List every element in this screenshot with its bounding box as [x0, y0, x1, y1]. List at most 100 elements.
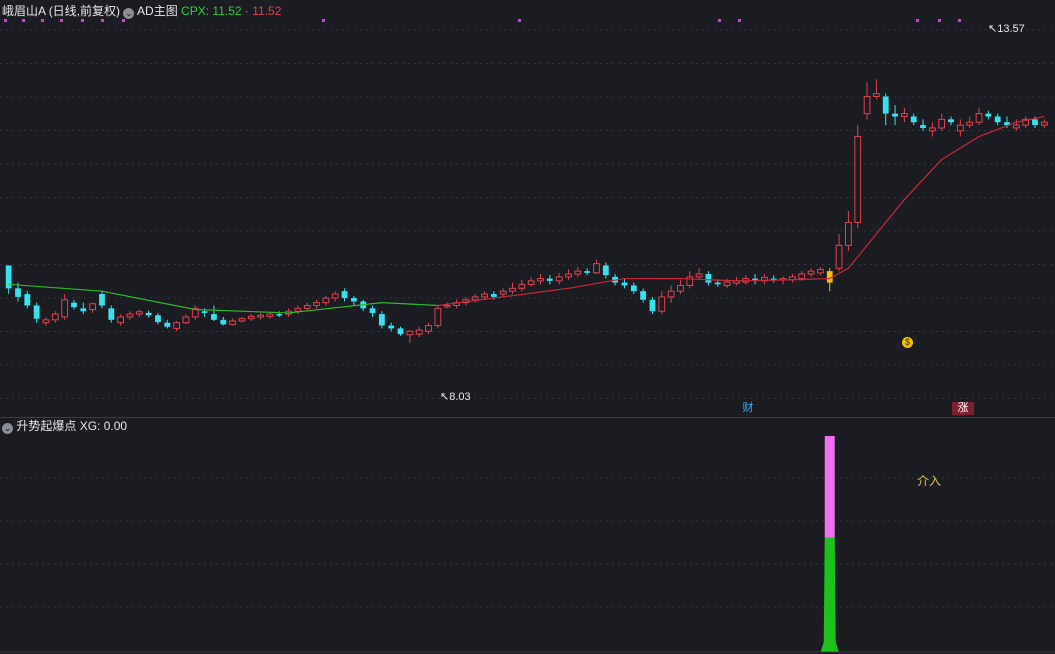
candle[interactable] [966, 116, 974, 128]
candle[interactable] [453, 299, 460, 309]
candle[interactable] [173, 320, 181, 332]
candle[interactable] [322, 295, 330, 306]
candle[interactable] [537, 274, 544, 285]
candle[interactable] [1040, 119, 1048, 128]
candle[interactable] [882, 93, 889, 126]
candle[interactable] [378, 311, 385, 329]
dollar-coin-icon[interactable]: $ [902, 337, 913, 348]
candle[interactable] [257, 312, 264, 320]
candle[interactable] [229, 318, 236, 326]
candle[interactable] [369, 305, 376, 317]
period-label[interactable]: (日线,前复权) [49, 4, 120, 18]
candle[interactable] [135, 309, 143, 317]
candle[interactable] [872, 79, 880, 100]
candle[interactable] [247, 314, 255, 321]
candle[interactable] [695, 268, 703, 280]
candle[interactable] [956, 119, 964, 137]
candle[interactable] [182, 314, 190, 325]
candle[interactable] [80, 302, 87, 315]
sub-panel-title[interactable]: 升势起爆点 [16, 419, 76, 433]
candle[interactable] [434, 305, 442, 329]
candle[interactable] [313, 299, 320, 309]
candle[interactable] [397, 326, 404, 336]
candle[interactable] [892, 105, 898, 126]
candle[interactable] [220, 316, 227, 326]
candle[interactable] [1022, 116, 1030, 128]
candle[interactable] [574, 267, 582, 277]
candle[interactable] [742, 275, 750, 285]
candle[interactable] [191, 305, 199, 320]
candle[interactable] [238, 316, 246, 323]
candle[interactable] [565, 269, 572, 280]
candle[interactable] [406, 330, 414, 343]
candle[interactable] [948, 116, 954, 126]
stock-title[interactable]: 峨眉山A [2, 4, 45, 18]
candle[interactable] [584, 268, 591, 276]
candle[interactable] [677, 279, 684, 295]
candle[interactable] [985, 110, 992, 120]
signal-panel[interactable] [0, 418, 1055, 654]
candle[interactable] [975, 107, 983, 126]
candle[interactable] [546, 275, 553, 285]
chevron-down-circle-icon[interactable]: ⌄ [123, 8, 135, 19]
candle[interactable] [42, 316, 50, 326]
candle[interactable] [938, 113, 946, 131]
candle[interactable] [33, 302, 40, 323]
candle[interactable] [593, 259, 600, 274]
candle[interactable] [108, 305, 115, 323]
candle[interactable] [527, 276, 535, 287]
indicator-name[interactable]: AD主图 [137, 4, 178, 18]
candle[interactable] [126, 311, 134, 320]
candle[interactable] [331, 291, 339, 302]
candle[interactable] [499, 288, 507, 297]
candle[interactable] [817, 267, 824, 276]
candlestick-chart[interactable] [0, 0, 1055, 418]
candle[interactable] [854, 125, 862, 229]
candle[interactable] [640, 288, 647, 303]
candle[interactable] [994, 113, 1001, 126]
event-badge-limit-up[interactable]: 涨 [952, 402, 974, 415]
candle[interactable] [705, 271, 712, 286]
event-badge-finance[interactable]: 财 [741, 402, 755, 415]
candle[interactable] [761, 274, 768, 285]
candle[interactable] [789, 274, 796, 283]
candle[interactable] [621, 278, 628, 289]
candle[interactable] [752, 274, 758, 285]
candle[interactable] [211, 305, 217, 321]
candle[interactable] [89, 302, 97, 313]
candle[interactable] [920, 119, 926, 131]
candle[interactable] [509, 282, 516, 295]
candle[interactable] [518, 279, 526, 292]
candle[interactable] [51, 311, 59, 323]
candle[interactable] [770, 275, 777, 283]
candle[interactable] [658, 291, 666, 315]
candle[interactable] [630, 282, 637, 295]
chevron-down-circle-icon[interactable]: ⌄ [2, 423, 13, 434]
candle[interactable] [555, 272, 563, 285]
candle[interactable] [415, 326, 423, 337]
candle[interactable] [303, 302, 311, 312]
candle[interactable] [117, 314, 125, 326]
candle[interactable] [24, 291, 31, 309]
candle[interactable] [71, 299, 77, 310]
candle[interactable] [928, 122, 936, 137]
candle[interactable] [5, 265, 12, 295]
candle[interactable] [294, 305, 302, 315]
candle[interactable] [155, 312, 161, 325]
candle[interactable] [807, 268, 815, 277]
candle[interactable] [835, 233, 843, 272]
candle[interactable] [164, 319, 171, 329]
candle[interactable] [863, 82, 871, 120]
candle[interactable] [388, 322, 395, 332]
candle[interactable] [910, 113, 917, 126]
candle[interactable] [350, 295, 357, 306]
candle[interactable] [425, 322, 432, 335]
candle[interactable] [845, 211, 852, 252]
candle[interactable] [1012, 119, 1020, 131]
candle[interactable] [99, 291, 105, 309]
candle[interactable] [667, 285, 675, 303]
candle[interactable] [341, 288, 348, 302]
candle[interactable] [649, 296, 656, 315]
candle[interactable] [826, 268, 833, 292]
candle[interactable] [686, 271, 694, 289]
